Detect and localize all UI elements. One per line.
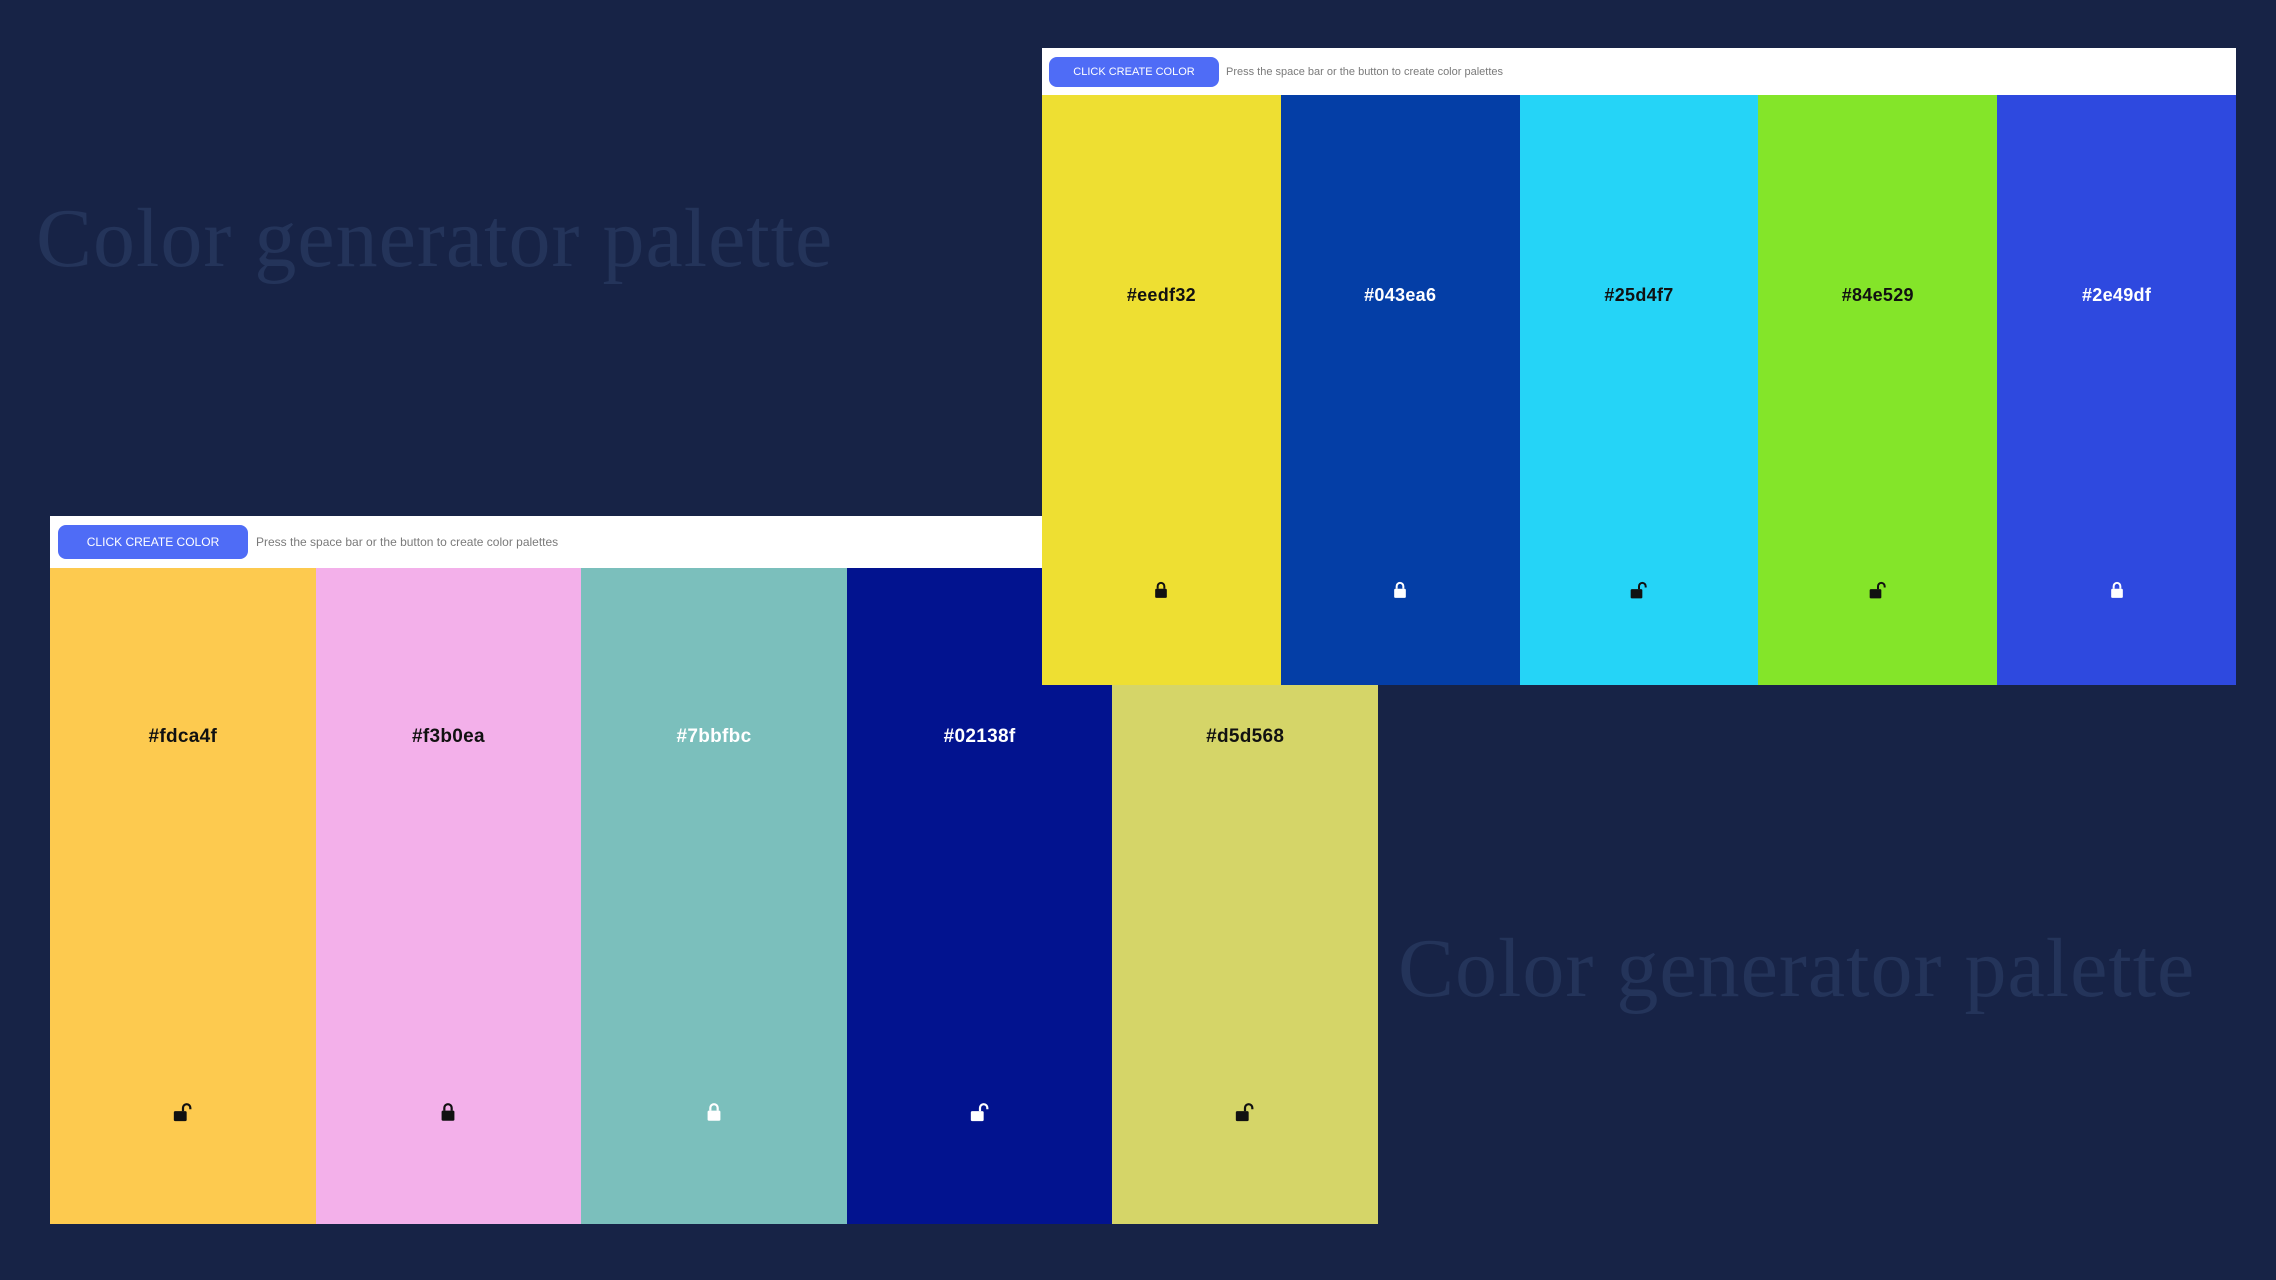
palette-screenshot-2: CLICK CREATE COLOR Press the space bar o… [1042, 48, 2236, 685]
lock-closed-icon[interactable] [703, 1101, 725, 1123]
create-color-button[interactable]: CLICK CREATE COLOR [58, 525, 248, 559]
color-hex-label: #2e49df [2082, 285, 2152, 305]
color-hex-label: #84e529 [1841, 285, 1914, 305]
color-column[interactable]: #043ea6 [1280, 95, 1520, 685]
color-hex-label: #f3b0ea [411, 726, 485, 747]
color-column[interactable]: #fdca4f [50, 568, 316, 1224]
lock-closed-icon[interactable] [1151, 580, 1171, 600]
color-column[interactable]: #84e529 [1758, 95, 1998, 685]
color-column[interactable]: #2e49df [1997, 95, 2236, 685]
background-title-left: Color generator palette [36, 192, 834, 285]
toolbar: CLICK CREATE COLOR Press the space bar o… [1042, 48, 2236, 95]
color-hex-label: #d5d568 [1206, 726, 1285, 747]
palette-columns: #eedf32 #043ea6 #25d4f7 #84e529 #2e49df [1042, 95, 2236, 685]
color-hex-label: #25d4f7 [1604, 285, 1674, 305]
lock-closed-icon[interactable] [437, 1101, 459, 1123]
color-hex-label: #02138f [943, 726, 1016, 747]
instruction-text: Press the space bar or the button to cre… [256, 535, 559, 549]
lock-closed-icon[interactable] [1390, 580, 1410, 600]
create-color-button[interactable]: CLICK CREATE COLOR [1049, 56, 1219, 87]
instruction-text: Press the space bar or the button to cre… [1226, 65, 1503, 78]
lock-open-icon[interactable] [969, 1101, 991, 1123]
color-column[interactable]: #7bbfbc [581, 568, 847, 1224]
lock-closed-icon[interactable] [2107, 580, 2127, 600]
lock-open-icon[interactable] [1234, 1101, 1256, 1123]
color-hex-label: #fdca4f [148, 726, 218, 747]
color-hex-label: #043ea6 [1364, 285, 1437, 305]
color-column[interactable]: #f3b0ea [315, 568, 582, 1224]
background-title-right: Color generator palette [1398, 922, 2196, 1015]
color-column[interactable]: #25d4f7 [1519, 95, 1759, 685]
color-column[interactable]: #eedf32 [1042, 95, 1281, 685]
lock-open-icon[interactable] [1629, 580, 1649, 600]
lock-open-icon[interactable] [1868, 580, 1888, 600]
color-hex-label: #eedf32 [1126, 285, 1196, 305]
lock-open-icon[interactable] [172, 1101, 194, 1123]
color-hex-label: #7bbfbc [676, 726, 752, 747]
